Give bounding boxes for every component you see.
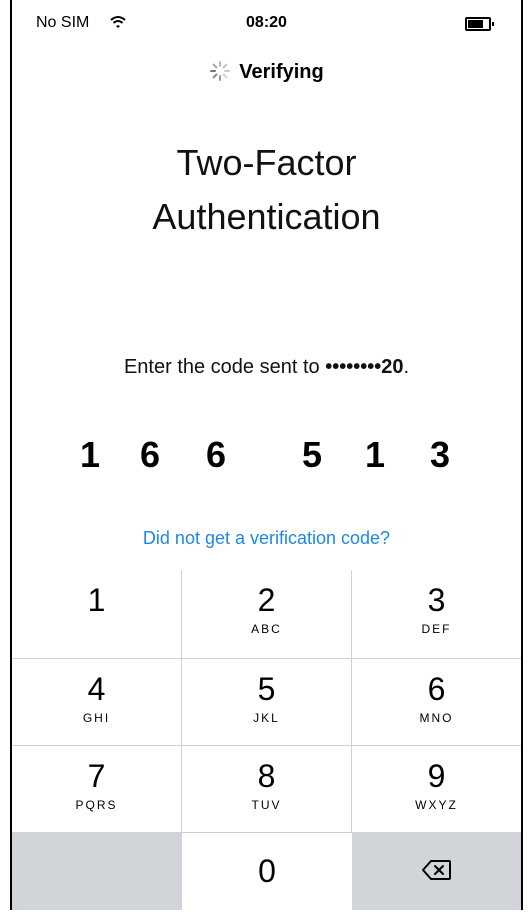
keypad-divider [12, 745, 521, 746]
resend-code-link[interactable]: Did not get a verification code? [12, 528, 521, 549]
keypad-divider [181, 570, 182, 833]
key-8[interactable]: 8 TUV [182, 746, 351, 832]
key-number: 5 [257, 671, 276, 707]
status-time: 08:20 [246, 14, 287, 31]
key-letters: ABC [251, 622, 282, 636]
title-line-2: Authentication [152, 196, 381, 237]
code-digit: 1 [80, 434, 101, 475]
keypad-divider [351, 570, 352, 833]
phone-screen: No SIM 08:20 Verifying Two-Factor Authen… [10, 0, 523, 910]
key-0[interactable]: 0 [182, 833, 352, 910]
key-number: 9 [427, 758, 446, 794]
key-letters: TUV [251, 798, 282, 812]
blank-key [12, 833, 182, 910]
backspace-icon [421, 860, 451, 880]
key-number: 8 [257, 758, 276, 794]
key-7[interactable]: 7 PQRS [12, 746, 181, 832]
prompt-suffix: . [403, 356, 410, 378]
verifying-status: Verifying [12, 60, 521, 84]
prompt-text: Enter the code sent to [123, 356, 326, 378]
key-number: 3 [427, 582, 446, 618]
key-5[interactable]: 5 JKL [182, 659, 351, 745]
battery-icon [465, 17, 494, 31]
key-number: 7 [87, 758, 106, 794]
key-letters: DEF [421, 622, 452, 636]
code-digit: 6 [206, 434, 227, 475]
key-number: 4 [87, 671, 106, 707]
keypad-divider [12, 832, 521, 833]
key-number: 6 [427, 671, 446, 707]
key-number: 2 [257, 582, 276, 618]
delete-key[interactable] [352, 833, 521, 910]
code-prompt: Enter the code sent to ••••••••20. [12, 356, 521, 379]
key-letters: GHI [82, 711, 111, 725]
key-letters: MNO [419, 711, 454, 725]
status-bar: No SIM 08:20 [12, 0, 521, 31]
key-4[interactable]: 4 GHI [12, 659, 181, 745]
numeric-keypad: 1 2 ABC 3 DEF 4 GHI 5 JKL 6 MNO 7 PQRS 8… [12, 570, 521, 910]
spinner-icon [210, 61, 231, 81]
page-title: Two-Factor Authentication [12, 136, 521, 244]
key-letters: JKL [253, 711, 280, 725]
code-entry[interactable]: 1 6 6 5 1 3 [12, 434, 521, 475]
key-9[interactable]: 9 WXYZ [352, 746, 521, 832]
code-digit: 6 [140, 434, 161, 475]
key-number: 1 [87, 582, 106, 618]
key-3[interactable]: 3 DEF [352, 570, 521, 658]
code-digit: 1 [365, 434, 386, 475]
key-1[interactable]: 1 [12, 570, 181, 658]
code-digit: 5 [302, 434, 323, 475]
key-6[interactable]: 6 MNO [352, 659, 521, 745]
masked-phone-number: ••••••••20 [325, 356, 404, 378]
code-digit: 3 [430, 434, 451, 475]
title-line-1: Two-Factor [176, 142, 357, 183]
verifying-label: Verifying [239, 61, 324, 83]
key-letters: PQRS [75, 798, 118, 812]
key-letters: WXYZ [415, 798, 458, 812]
keypad-divider [12, 658, 521, 659]
key-2[interactable]: 2 ABC [182, 570, 351, 658]
key-number: 0 [258, 853, 276, 889]
